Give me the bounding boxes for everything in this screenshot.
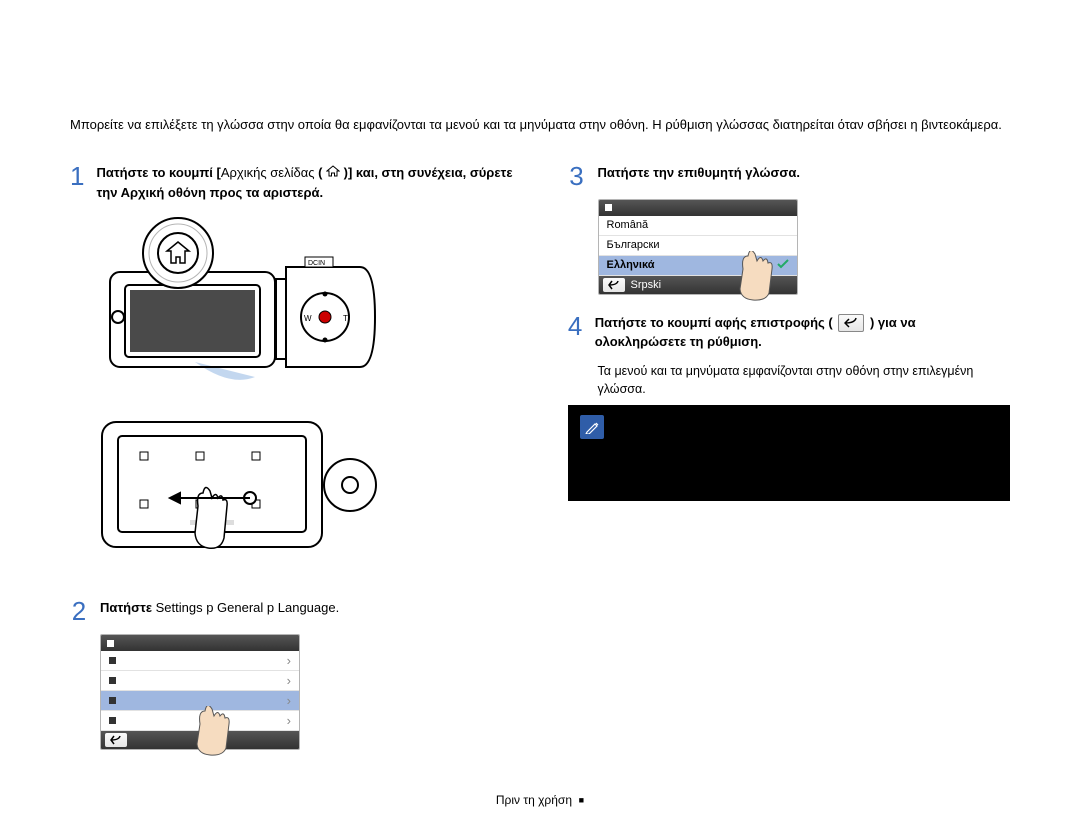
step-number-3: 3 xyxy=(568,163,586,189)
back-icon xyxy=(603,278,625,292)
hand-icon xyxy=(190,706,226,746)
step-1-text: Πατήστε το κουμπί [Αρχικής σελίδας ( )] … xyxy=(96,163,512,203)
language-screenshot: Română Български Ελληνικά Srpski xyxy=(568,199,1011,295)
step-4-text: Πατήστε το κουμπί αφής επιστροφής ( ) γι… xyxy=(595,313,1010,352)
svg-text:DCIN: DCIN xyxy=(308,260,325,267)
page-footer: Πριν τη χρήση ■ xyxy=(0,793,1080,807)
step-number-4: 4 xyxy=(568,313,583,339)
home-icon xyxy=(326,163,340,183)
intro-paragraph: Μπορείτε να επιλέξετε τη γλώσσα στην οπο… xyxy=(70,115,1010,135)
right-column: 3 Πατήστε την επιθυμητή γλώσσα. Română Б… xyxy=(568,163,1011,751)
camcorder-illustration: W T DCIN xyxy=(100,217,513,400)
step-number-2: 2 xyxy=(70,598,88,624)
svg-text:W: W xyxy=(304,314,312,323)
left-column: 1 Πατήστε το κουμπί [Αρχικής σελίδας ( )… xyxy=(70,163,513,751)
hand-icon xyxy=(733,251,769,291)
step-4-substep: Τα μενού και τα μηνύματα εμφανίζονται στ… xyxy=(598,362,1011,400)
step-2: 2 Πατήστε Settings p General p Language. xyxy=(70,598,513,624)
step-number-1: 1 xyxy=(70,163,84,189)
language-option[interactable]: Română xyxy=(599,216,797,236)
step-1: 1 Πατήστε το κουμπί [Αρχικής σελίδας ( )… xyxy=(70,163,513,203)
note-box xyxy=(568,405,1011,501)
svg-text:T: T xyxy=(343,314,348,323)
swipe-illustration xyxy=(100,410,513,573)
step-3-text: Πατήστε την επιθυμητή γλώσσα. xyxy=(598,163,800,183)
step-3: 3 Πατήστε την επιθυμητή γλώσσα. xyxy=(568,163,1011,189)
step-4: 4 Πατήστε το κουμπί αφής επιστροφής ( ) … xyxy=(568,313,1011,352)
return-button-icon xyxy=(838,314,864,332)
note-icon xyxy=(580,415,604,439)
settings-screenshot: › › › › xyxy=(70,634,513,750)
back-icon xyxy=(105,733,127,747)
step-2-text: Πατήστε Settings p General p Language. xyxy=(100,598,339,618)
